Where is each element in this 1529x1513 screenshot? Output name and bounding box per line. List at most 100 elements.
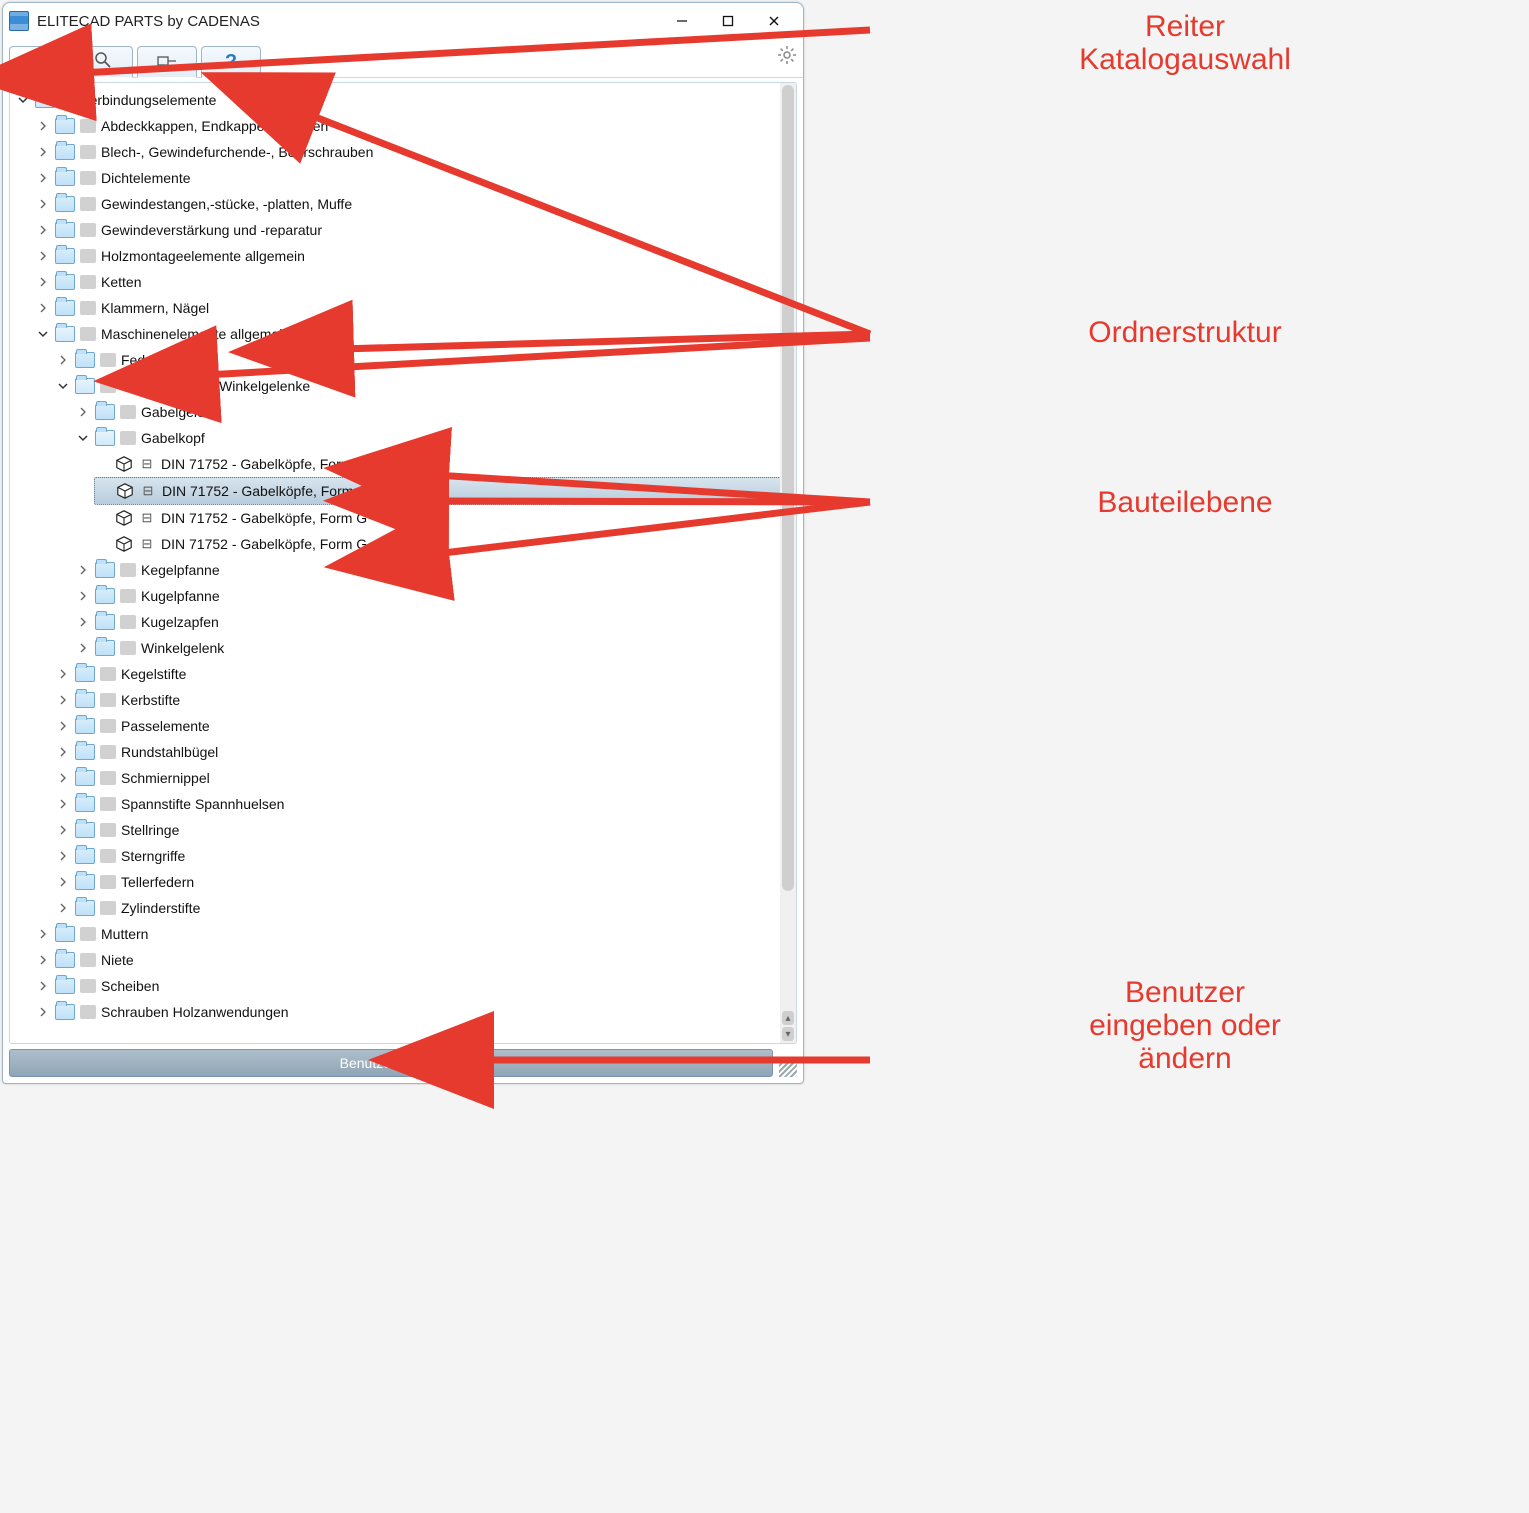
tree-folder-row[interactable]: Holzmontageelemente allgemein [34,243,782,269]
folder-icon [75,666,95,682]
tree-node: Muttern [34,921,782,947]
chevron-down-icon [78,433,88,443]
tree-folder-row[interactable]: Abdeckkappen, Endkappen, Stopfen [34,113,782,139]
tree-folder-row[interactable]: Sterngriffe [54,843,782,869]
category-icon [80,145,96,159]
toolbar: ? [3,39,803,78]
tree-node-label: Verbindungselemente [81,92,216,108]
tree-part-row[interactable]: ⊟DIN 71752 - Gabelköpfe, Form G [94,451,782,477]
tree-folder-row[interactable]: Schmiernippel [54,765,782,791]
close-button[interactable] [751,6,797,36]
expand-toggle[interactable] [16,93,30,107]
user-data-button[interactable]: Benutzerdaten... [9,1049,773,1077]
expand-toggle[interactable] [76,431,90,445]
tree-node: Gabelkopf⊟DIN 71752 - Gabelköpfe, Form G… [74,425,782,557]
tree-folder-row[interactable]: Passelemente [54,713,782,739]
tree-folder-row[interactable]: Federn [54,347,782,373]
category-icon [120,431,136,445]
expand-toggle [76,615,90,629]
expand-toggle [96,537,110,551]
chevron-right-icon [38,1007,48,1017]
tree-part-row[interactable]: ⊟DIN 71752 - Gabelköpfe, Form G [94,477,782,505]
expand-toggle [56,771,70,785]
tree-folder-row[interactable]: Kegelstifte [54,661,782,687]
category-icon [100,719,116,733]
tree-folder-row[interactable]: Gabelgelenk [74,399,782,425]
folder-icon [75,744,95,760]
tree-node-label: Passelemente [121,718,210,734]
scrollbar-thumb[interactable] [782,85,794,891]
tree-node: Gabelgelenke / WinkelgelenkeGabelgelenkG… [54,373,782,661]
vertical-scrollbar[interactable]: ▴ ▾ [780,83,796,1043]
tree-node-label: DIN 71752 - Gabelköpfe, Form G [161,510,367,526]
scroll-down-button[interactable]: ▾ [782,1027,794,1041]
chevron-right-icon [38,147,48,157]
tree-folder-row[interactable]: Gabelgelenke / Winkelgelenke [54,373,782,399]
tree-folder-row[interactable]: Maschinenelemente allgemein [34,321,782,347]
tree-folder-row[interactable]: Dichtelemente [34,165,782,191]
tree-node-label: Winkelgelenk [141,640,224,656]
tree-part-row[interactable]: ⊟DIN 71752 - Gabelköpfe, Form G [94,531,782,557]
tree-folder-row[interactable]: Winkelgelenk [74,635,782,661]
tree-folder-row[interactable]: Tellerfedern [54,869,782,895]
tab-catalog[interactable] [9,46,69,78]
chevron-right-icon [78,617,88,627]
tree-folder-row[interactable]: Rundstahlbügel [54,739,782,765]
tree-folder-row[interactable]: Stellringe [54,817,782,843]
chevron-right-icon [38,251,48,261]
magnifier-icon [94,51,112,74]
catalog-tree[interactable]: Verbindungselemente Abdeckkappen, Endkapp… [10,83,782,1029]
part-icon [116,482,134,500]
tree-folder-row[interactable]: Kegelpfanne [74,557,782,583]
category-icon [100,745,116,759]
category-icon [120,563,136,577]
tree-folder-row[interactable]: Scheiben [34,973,782,999]
tree-folder-row[interactable]: Kerbstifte [54,687,782,713]
tree-node-label: Sterngriffe [121,848,185,864]
tree-folder-row[interactable]: Spannstifte Spannhuelsen [54,791,782,817]
tree-part-row[interactable]: ⊟DIN 71752 - Gabelköpfe, Form G [94,505,782,531]
chevron-right-icon [58,669,68,679]
resize-grip[interactable] [779,1059,797,1077]
tree-folder-row[interactable]: Klammern, Nägel [34,295,782,321]
tree-folder-row[interactable]: Gewindeverstärkung und -reparatur [34,217,782,243]
tree-node: Holzmontageelemente allgemein [34,243,782,269]
tree-folder-row[interactable]: Niete [34,947,782,973]
tree-folder-row[interactable]: Ketten [34,269,782,295]
tree-folder-row[interactable]: Gewindestangen,-stücke, -platten, Muffe [34,191,782,217]
scroll-up-button[interactable]: ▴ [782,1011,794,1025]
category-icon [100,901,116,915]
minimize-button[interactable] [659,6,705,36]
tree-folder-row[interactable]: Schrauben Holzanwendungen [34,999,782,1025]
folder-icon [55,978,75,994]
tree-node: Niete [34,947,782,973]
expand-toggle [36,145,50,159]
tab-part[interactable] [137,46,197,78]
tab-help[interactable]: ? [201,46,261,78]
category-icon [80,927,96,941]
category-icon [100,667,116,681]
tree-folder-row[interactable]: Blech-, Gewindefurchende-, Bohrschrauben [34,139,782,165]
folder-icon [75,848,95,864]
tree-folder-row[interactable]: Verbindungselemente [14,87,782,113]
expand-toggle [76,563,90,577]
folder-icon [95,404,115,420]
tree-folder-row[interactable]: Kugelpfanne [74,583,782,609]
annotation-folder-structure: Ordnerstruktur [875,316,1495,349]
annotation-user-button: Benutzereingeben oderändern [875,976,1495,1075]
tree-folder-row[interactable]: Gabelkopf [74,425,782,451]
expand-toggle [56,875,70,889]
tree-folder-row[interactable]: Kugelzapfen [74,609,782,635]
part-icon [115,455,133,473]
settings-button[interactable] [777,45,797,71]
tree-folder-row[interactable]: Zylinderstifte [54,895,782,921]
expand-toggle[interactable] [36,327,50,341]
tree-folder-row[interactable]: Muttern [34,921,782,947]
maximize-button[interactable] [705,6,751,36]
tab-search[interactable] [73,46,133,78]
expand-toggle[interactable] [56,379,70,393]
category-icon [60,93,76,107]
folder-icon [55,248,75,264]
tree-node: Schmiernippel [54,765,782,791]
tree-node: ⊟DIN 71752 - Gabelköpfe, Form G [94,477,782,505]
